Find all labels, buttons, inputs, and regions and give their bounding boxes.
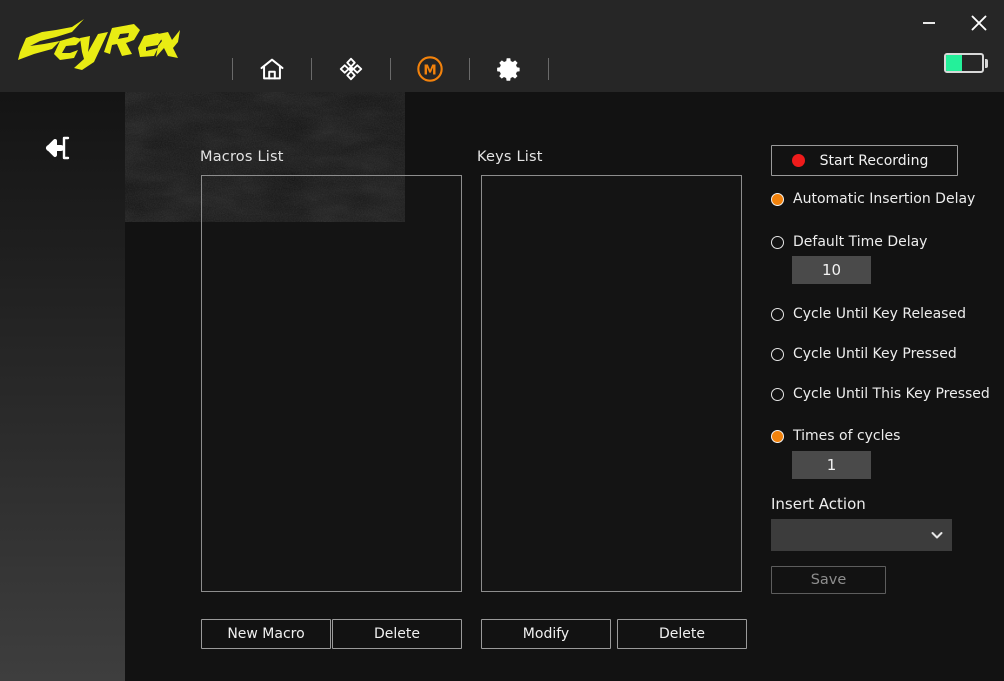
nav-macro-m-icon[interactable]: M	[413, 52, 447, 86]
radio-indicator	[771, 307, 784, 321]
delete-macro-button[interactable]: Delete	[332, 619, 462, 649]
radio-cycle-until-key-released[interactable]: Cycle Until Key Released	[771, 304, 966, 324]
record-dot-icon	[792, 154, 805, 167]
radio-default-time-delay[interactable]: Default Time Delay	[771, 232, 927, 252]
insert-action-label: Insert Action	[771, 495, 866, 513]
minimize-icon[interactable]	[912, 8, 946, 38]
nav-separator	[390, 58, 391, 80]
title-bar: M	[0, 0, 1004, 92]
app-window: M Macros List New Macro Delete Keys List…	[0, 0, 1004, 681]
battery-body	[944, 53, 984, 73]
nav-separator	[548, 58, 549, 80]
radio-cycle-until-this-key-pressed[interactable]: Cycle Until This Key Pressed	[771, 384, 990, 404]
default-time-delay-input[interactable]: 10	[792, 256, 871, 284]
nav-separator	[469, 58, 470, 80]
radio-indicator	[771, 192, 784, 206]
radio-automatic-insertion-delay[interactable]: Automatic Insertion Delay	[771, 189, 975, 209]
insert-action-select[interactable]	[771, 519, 952, 551]
radio-label: Automatic Insertion Delay	[793, 191, 976, 207]
radio-label: Cycle Until This Key Pressed	[793, 386, 990, 402]
battery-fill	[946, 55, 963, 71]
radio-label: Cycle Until Key Released	[793, 306, 966, 322]
battery-icon	[944, 52, 988, 74]
radio-times-of-cycles[interactable]: Times of cycles	[771, 426, 900, 446]
macros-listbox[interactable]	[201, 175, 462, 592]
top-navigation: M	[210, 48, 571, 90]
delete-key-button[interactable]: Delete	[617, 619, 747, 649]
start-recording-label: Start Recording	[819, 152, 929, 169]
window-controls	[912, 8, 996, 38]
brand-logo	[12, 8, 180, 78]
modify-key-button[interactable]: Modify	[481, 619, 611, 649]
macros-list-label: Macros List	[200, 149, 284, 165]
radio-label: Times of cycles	[793, 428, 901, 444]
radio-indicator	[771, 429, 784, 443]
nav-home-icon[interactable]	[255, 52, 289, 86]
left-sidebar	[0, 92, 125, 681]
new-macro-button[interactable]: New Macro	[201, 619, 331, 649]
back-exit-icon[interactable]	[38, 128, 82, 168]
save-button[interactable]: Save	[771, 566, 886, 594]
macro-options-panel: Start Recording Automatic Insertion Dela…	[768, 92, 1004, 681]
nav-gear-icon[interactable]	[492, 52, 526, 86]
keys-listbox[interactable]	[481, 175, 742, 592]
radio-label: Cycle Until Key Pressed	[793, 346, 957, 362]
nav-separator	[232, 58, 233, 80]
radio-indicator	[771, 347, 784, 361]
times-of-cycles-input[interactable]: 1	[792, 451, 871, 479]
chevron-down-icon	[922, 527, 952, 543]
nav-separator	[311, 58, 312, 80]
radio-indicator	[771, 387, 784, 401]
start-recording-button[interactable]: Start Recording	[771, 145, 958, 176]
main-content: Macros List New Macro Delete Keys List M…	[125, 92, 1004, 681]
nav-dpi-crosshair-icon[interactable]	[334, 52, 368, 86]
radio-indicator	[771, 235, 784, 249]
battery-tip	[985, 58, 988, 68]
svg-text:M: M	[423, 63, 436, 78]
radio-cycle-until-key-pressed[interactable]: Cycle Until Key Pressed	[771, 344, 957, 364]
close-icon[interactable]	[962, 8, 996, 38]
radio-label: Default Time Delay	[793, 234, 928, 250]
keys-list-label: Keys List	[477, 149, 543, 165]
